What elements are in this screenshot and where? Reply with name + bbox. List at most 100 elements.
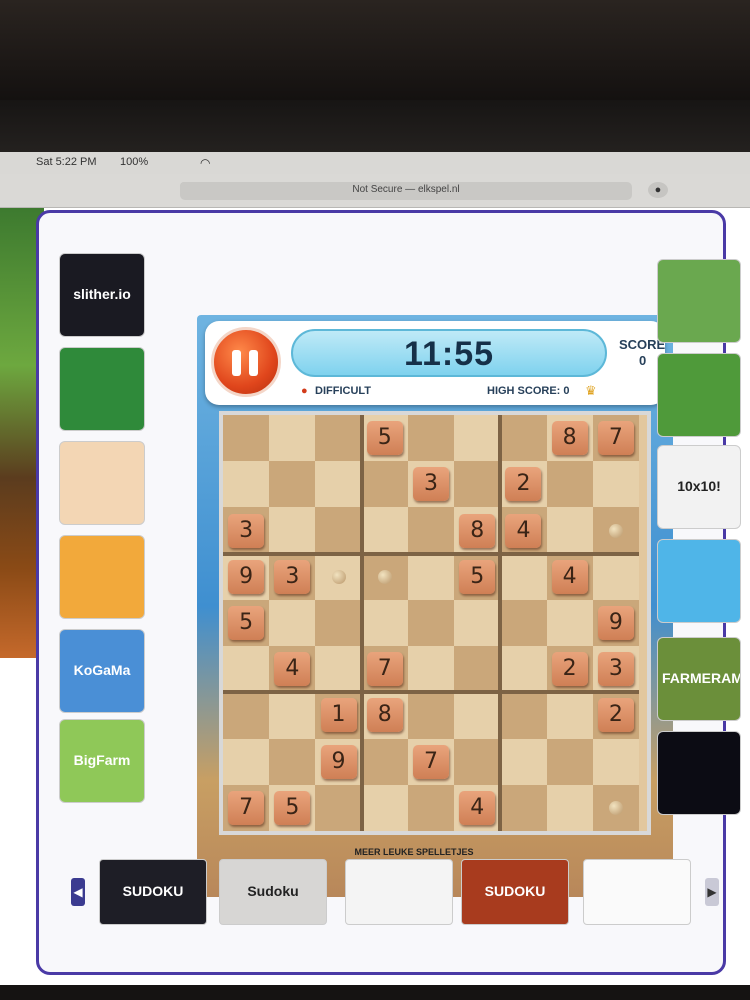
board-cell[interactable] xyxy=(361,784,408,831)
board-cell[interactable] xyxy=(592,461,639,508)
board-cell[interactable] xyxy=(407,507,455,554)
number-tile[interactable]: 2 xyxy=(597,698,634,733)
more-game-sudoku-grid-thumbnail[interactable] xyxy=(345,859,453,925)
board-cell[interactable] xyxy=(454,461,501,508)
board-cell[interactable] xyxy=(361,599,408,647)
board-cell[interactable] xyxy=(407,599,455,647)
number-tile[interactable]: 2 xyxy=(505,467,542,502)
board-cell[interactable] xyxy=(223,692,270,739)
board-cell[interactable] xyxy=(500,646,547,693)
board-cell[interactable] xyxy=(361,461,408,508)
board-cell[interactable] xyxy=(407,784,455,831)
number-tile[interactable]: 5 xyxy=(366,421,403,456)
board-cell[interactable] xyxy=(407,553,455,600)
board-cell[interactable] xyxy=(269,415,316,462)
left-game-solitaire-thumbnail[interactable] xyxy=(59,347,145,431)
right-game-dark-game-thumbnail[interactable] xyxy=(657,731,741,815)
number-tile[interactable]: 3 xyxy=(228,513,265,548)
tabs-icon[interactable]: ● xyxy=(648,182,668,198)
board-cell[interactable] xyxy=(592,738,639,785)
number-tile[interactable]: 9 xyxy=(320,744,357,779)
number-tile[interactable]: 9 xyxy=(228,559,265,594)
board-cell[interactable] xyxy=(223,646,270,693)
board-cell[interactable] xyxy=(407,646,455,693)
board-cell[interactable] xyxy=(500,784,547,831)
address-bar[interactable]: Not Secure — elkspel.nl xyxy=(180,182,632,200)
number-tile[interactable]: 8 xyxy=(459,513,496,548)
board-cell[interactable] xyxy=(500,738,547,785)
board-cell[interactable] xyxy=(269,507,316,554)
board-cell[interactable] xyxy=(315,646,362,693)
right-game-heart-thumbnail[interactable] xyxy=(657,539,741,623)
left-game-cartoon-cat-thumbnail[interactable] xyxy=(59,535,145,619)
more-game-sudoku-black-thumbnail[interactable]: Sudoku xyxy=(219,859,327,925)
number-tile[interactable]: 4 xyxy=(274,652,311,687)
number-tile[interactable]: 7 xyxy=(366,652,403,687)
number-tile[interactable]: 7 xyxy=(597,421,634,456)
wifi-icon[interactable]: ◠ xyxy=(200,156,210,170)
board-cell[interactable] xyxy=(223,738,270,785)
pause-button[interactable] xyxy=(211,327,281,397)
number-tile[interactable]: 9 xyxy=(597,606,634,640)
scroll-right-arrow[interactable]: ▶ xyxy=(705,878,719,906)
number-tile[interactable]: 3 xyxy=(597,652,634,687)
number-tile[interactable]: 4 xyxy=(551,559,588,594)
number-tile[interactable]: 4 xyxy=(459,790,496,825)
number-tile[interactable]: 7 xyxy=(413,744,449,779)
board-cell[interactable] xyxy=(592,553,639,600)
board-cell[interactable] xyxy=(315,461,362,508)
board-cell[interactable] xyxy=(269,461,316,508)
board-cell[interactable] xyxy=(500,599,547,647)
board-cell[interactable] xyxy=(223,461,270,508)
board-cell[interactable] xyxy=(500,553,547,600)
left-game-big-farm-thumbnail[interactable]: BigFarm xyxy=(59,719,145,803)
board-cell[interactable] xyxy=(454,415,501,462)
board-cell[interactable] xyxy=(500,415,547,462)
number-tile[interactable]: 4 xyxy=(505,513,542,548)
board-cell[interactable] xyxy=(546,507,593,554)
board-cell[interactable] xyxy=(361,507,408,554)
right-game-10x10-thumbnail[interactable]: 10x10! xyxy=(657,445,741,529)
sudoku-board[interactable]: 58732384935459472318297754 xyxy=(219,411,651,835)
number-tile[interactable]: 8 xyxy=(366,698,403,733)
right-game-soccer-thumbnail[interactable] xyxy=(657,353,741,437)
board-cell[interactable] xyxy=(269,738,316,785)
number-tile[interactable]: 5 xyxy=(228,606,265,640)
right-game-minecraft-thumbnail[interactable] xyxy=(657,259,741,343)
board-cell[interactable] xyxy=(454,646,501,693)
board-cell[interactable] xyxy=(315,507,362,554)
number-tile[interactable]: 5 xyxy=(459,559,496,594)
number-tile[interactable]: 1 xyxy=(320,698,357,733)
board-cell[interactable] xyxy=(315,599,362,647)
board-cell[interactable] xyxy=(454,692,501,739)
more-game-sudoku-dark-thumbnail[interactable]: SUDOKU xyxy=(99,859,207,925)
board-cell[interactable] xyxy=(269,599,316,647)
right-game-farmerama-thumbnail[interactable]: FARMERAMA xyxy=(657,637,741,721)
board-cell[interactable] xyxy=(500,692,547,739)
board-cell[interactable] xyxy=(315,415,362,462)
board-cell[interactable] xyxy=(269,692,316,739)
number-tile[interactable]: 3 xyxy=(413,467,449,502)
board-cell[interactable] xyxy=(546,692,593,739)
number-tile[interactable]: 5 xyxy=(274,790,311,825)
more-game-sudoku-pencil-thumbnail[interactable] xyxy=(583,859,691,925)
board-cell[interactable] xyxy=(546,738,593,785)
board-cell[interactable] xyxy=(315,784,362,831)
left-game-slitherio-thumbnail[interactable]: slither.io xyxy=(59,253,145,337)
board-cell[interactable] xyxy=(454,599,501,647)
board-cell[interactable] xyxy=(546,599,593,647)
board-cell[interactable] xyxy=(546,784,593,831)
board-cell[interactable] xyxy=(454,738,501,785)
board-cell[interactable] xyxy=(361,738,408,785)
number-tile[interactable]: 3 xyxy=(274,559,311,594)
board-cell[interactable] xyxy=(546,461,593,508)
more-game-sudoku-classic-thumbnail[interactable]: SUDOKU xyxy=(461,859,569,925)
number-tile[interactable]: 2 xyxy=(551,652,588,687)
board-cell[interactable] xyxy=(407,415,455,462)
number-tile[interactable]: 8 xyxy=(551,421,588,456)
board-cell[interactable] xyxy=(407,692,455,739)
scroll-left-arrow[interactable]: ◀ xyxy=(71,878,85,906)
left-game-baby-hazel-thumbnail[interactable] xyxy=(59,441,145,525)
number-tile[interactable]: 7 xyxy=(228,790,265,825)
board-cell[interactable] xyxy=(223,415,270,462)
